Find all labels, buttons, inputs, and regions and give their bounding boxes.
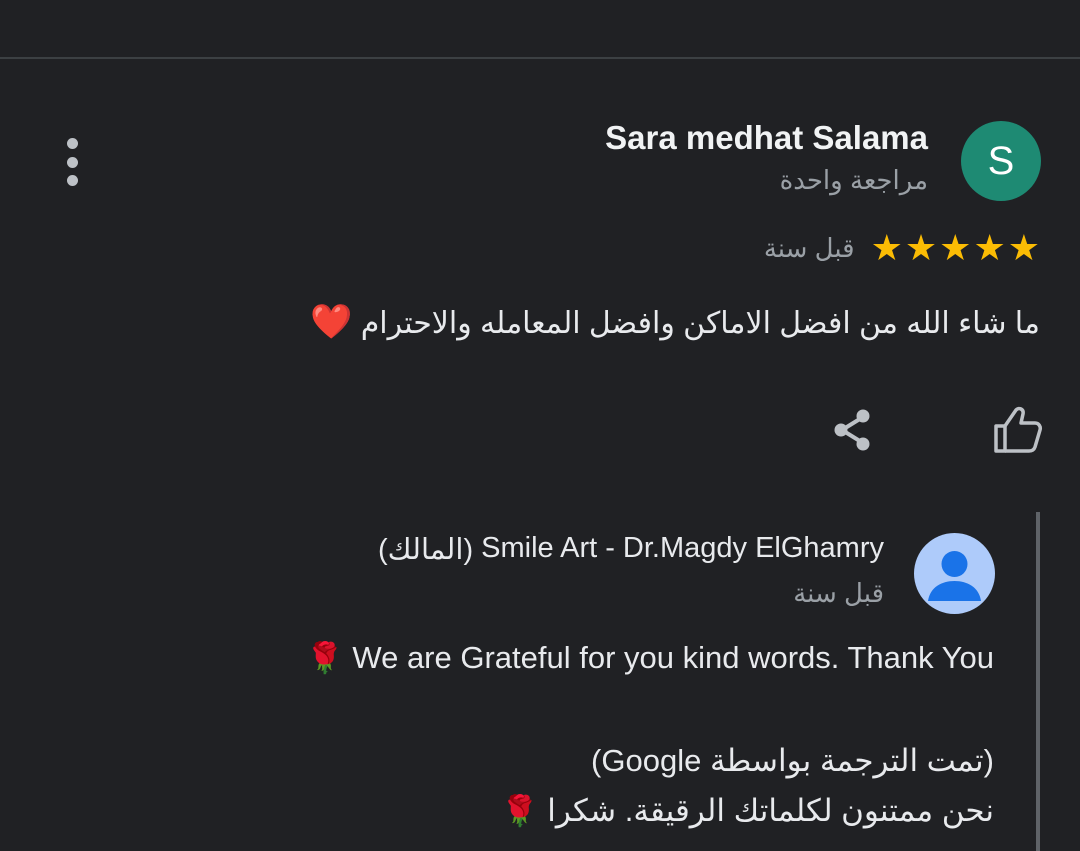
share-icon	[834, 409, 870, 451]
owner-reply-text-en: 🌹 We are Grateful for you kind words. Th…	[306, 640, 994, 676]
reply-indent-bar	[1036, 512, 1040, 851]
star-icon: ★	[1007, 227, 1040, 268]
owner-reply-time: قبل سنة	[793, 578, 884, 608]
reply-en-body: We are Grateful for you kind words. Than…	[352, 640, 994, 675]
review-body: ما شاء الله من افضل الاماكن وافضل المعام…	[360, 307, 1040, 340]
reviewer-avatar[interactable]: S	[961, 121, 1041, 201]
reviewer-review-count: مراجعة واحدة	[779, 165, 928, 195]
owner-avatar[interactable]	[914, 533, 995, 614]
share-button[interactable]	[828, 405, 880, 457]
thumb-up-icon	[994, 406, 1042, 453]
star-icon: ★	[870, 227, 903, 268]
review-text: ما شاء الله من افضل الاماكن وافضل المعام…	[310, 302, 1040, 342]
owner-name-row: (المالك) Smile Art - Dr.Magdy ElGhamry	[378, 532, 884, 567]
heart-emoji: ❤️	[310, 303, 353, 341]
avatar-letter: S	[987, 138, 1015, 183]
translation-note: (تمت الترجمة بواسطة Google)	[591, 743, 994, 778]
reply-ar-body: نحن ممتنون لكلماتك الرقيقة. شكرا	[547, 793, 994, 828]
menu-dot	[66, 156, 78, 168]
review-time: قبل سنة	[763, 232, 855, 263]
owner-tag: (المالك)	[378, 534, 474, 566]
owner-name: Smile Art - Dr.Magdy ElGhamry	[481, 532, 884, 564]
review-panel: S Sara medhat Salama مراجعة واحدة ★ ★ ★ …	[0, 0, 1080, 851]
menu-dot	[66, 175, 78, 186]
star-icon: ★	[904, 227, 938, 268]
like-button[interactable]	[988, 404, 1046, 456]
owner-reply-text-ar: نحن ممتنون لكلماتك الرقيقة. شكرا 🌹	[501, 793, 994, 829]
star-icon: ★	[973, 227, 1006, 268]
star-rating: ★ ★ ★ ★ ★	[871, 228, 1040, 268]
menu-dot	[66, 138, 78, 149]
rose-emoji: 🌹	[306, 642, 344, 675]
rating-row: ★ ★ ★ ★ ★ قبل سنة	[764, 228, 1040, 268]
more-vert-icon[interactable]	[58, 138, 86, 186]
top-divider	[0, 57, 1080, 59]
reviewer-name[interactable]: Sara medhat Salama	[605, 119, 928, 157]
person-icon	[928, 551, 981, 601]
rose-emoji: 🌹	[501, 795, 539, 828]
star-icon: ★	[939, 227, 972, 268]
